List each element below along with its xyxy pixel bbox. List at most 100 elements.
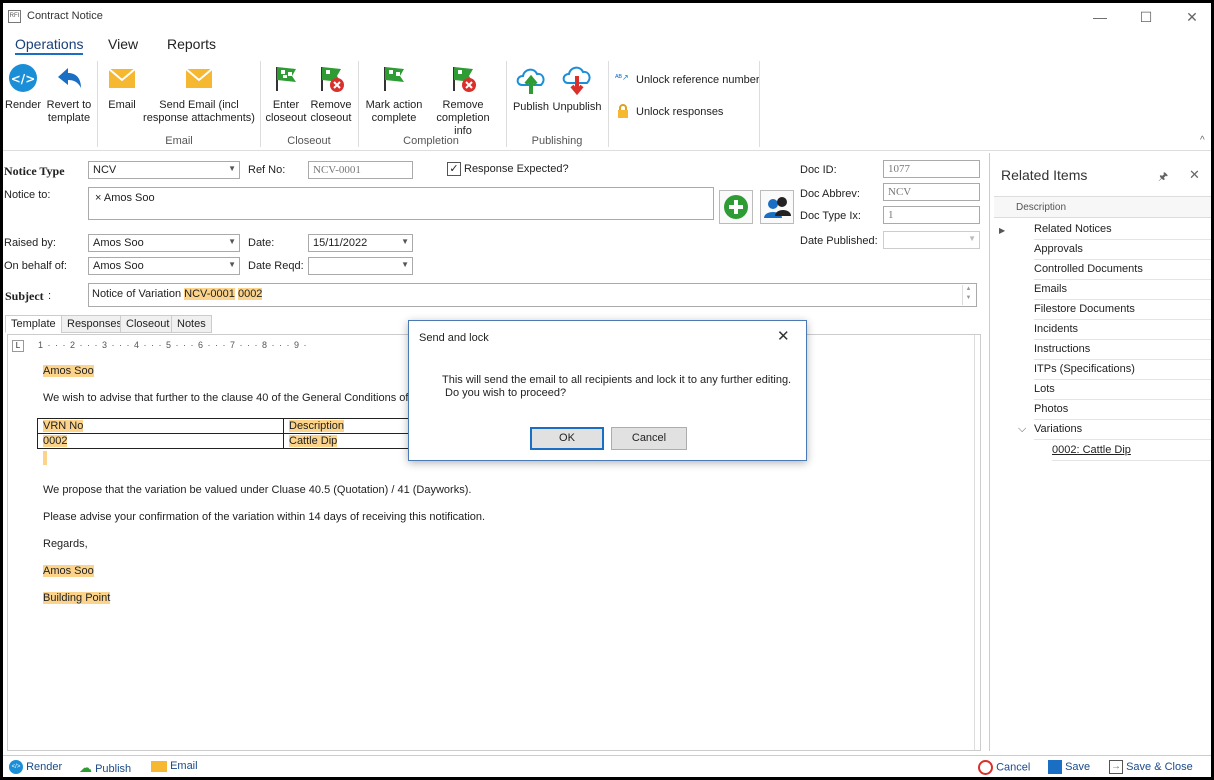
unlock-responses-button[interactable]: Unlock responses: [615, 104, 765, 120]
publish-label: Publish: [512, 101, 550, 113]
tab-responses[interactable]: Responses: [61, 315, 129, 333]
related-item[interactable]: Incidents: [1034, 320, 1211, 340]
send-email-attachments-button[interactable]: Send Email (incl response attachments): [143, 63, 255, 125]
divider: [97, 61, 98, 147]
raised-by-select[interactable]: Amos Soo ▼: [88, 234, 240, 252]
tab-stop-icon[interactable]: L: [12, 340, 24, 352]
email-label: Email: [108, 99, 136, 111]
email-button[interactable]: Email: [104, 63, 140, 112]
ruler[interactable]: 1 · · · 2 · · · 3 · · · 4 · · · 5 · · · …: [38, 340, 418, 352]
on-behalf-select[interactable]: Amos Soo ▼: [88, 257, 240, 275]
chevron-down-icon: ▼: [228, 237, 236, 246]
status-email-button[interactable]: Email: [151, 760, 198, 772]
tab-template[interactable]: Template: [5, 315, 62, 333]
related-item[interactable]: Controlled Documents: [1034, 260, 1211, 280]
revert-template-button[interactable]: Revert to template: [45, 63, 93, 125]
add-recipient-button[interactable]: [719, 190, 753, 224]
table-header-vrn: VRN No: [43, 420, 84, 432]
enter-closeout-button[interactable]: Enter closeout: [265, 63, 307, 125]
subject-scrollbar[interactable]: ▲ ▼: [962, 285, 974, 305]
pin-icon[interactable]: 🖈: [1158, 168, 1168, 187]
unlock-reference-button[interactable]: ᴬᴮ↗ Unlock reference number: [615, 73, 765, 89]
remove-closeout-button[interactable]: Remove closeout: [309, 63, 353, 125]
subject-colon: :: [48, 290, 52, 302]
expand-arrow-icon[interactable]: ▶: [999, 226, 1005, 235]
related-item[interactable]: Approvals: [1034, 240, 1211, 260]
cancel-button[interactable]: Cancel: [611, 427, 687, 450]
status-render-button[interactable]: </> Render: [9, 760, 62, 774]
subject-field[interactable]: Notice of Variation NCV-0001 0002 ▲ ▼: [88, 283, 977, 307]
remove-closeout-label-1: Remove: [310, 99, 352, 111]
undo-arrow-icon: [58, 68, 81, 88]
code-icon: </>: [9, 760, 23, 774]
mark-action-complete-button[interactable]: Mark action complete: [363, 63, 425, 125]
related-item[interactable]: Filestore Documents: [1034, 300, 1211, 320]
exit-icon: →: [1109, 760, 1123, 774]
close-button[interactable]: ✕: [1177, 7, 1207, 27]
select-users-button[interactable]: [760, 190, 794, 224]
maximize-button[interactable]: ☐: [1131, 7, 1161, 27]
status-publish-button[interactable]: ☁ Publish: [79, 760, 131, 776]
related-item[interactable]: Photos: [1034, 400, 1211, 420]
related-items-panel: Related Items 🖈 ✕ Description ▶ Related …: [989, 153, 1211, 751]
collapse-ribbon-icon[interactable]: ^: [1200, 135, 1205, 146]
minimize-button[interactable]: —: [1085, 7, 1115, 27]
response-expected-checkbox[interactable]: ✓: [447, 162, 461, 176]
chevron-down-icon: ▼: [228, 260, 236, 269]
related-child-item[interactable]: 0002: Cattle Dip: [1052, 441, 1211, 461]
related-item[interactable]: ITPs (Specifications): [1034, 360, 1211, 380]
status-cancel-label: Cancel: [996, 761, 1031, 774]
enter-closeout-label-1: Enter: [272, 99, 300, 111]
status-save-button[interactable]: Save: [1048, 760, 1090, 774]
closeout-group-label: Closeout: [287, 135, 331, 147]
enter-closeout-label-2: closeout: [265, 112, 307, 124]
table-row: 0002 Cattle Dip: [37, 433, 411, 449]
chevron-down-icon: ▼: [968, 234, 976, 243]
column-header: Description: [994, 196, 1211, 218]
mark-action-label-2: complete: [371, 112, 417, 124]
date-reqd-picker[interactable]: ▼: [308, 257, 413, 275]
chevron-down-icon[interactable]: ⌵: [1018, 423, 1026, 436]
cloud-download-icon: [562, 66, 591, 95]
tab-reports[interactable]: Reports: [167, 36, 216, 52]
related-item[interactable]: Variations: [1034, 420, 1211, 440]
recipient-token[interactable]: × Amos Soo: [95, 192, 155, 204]
tab-closeout[interactable]: Closeout: [120, 315, 176, 333]
unlock-responses-label: Unlock responses: [636, 106, 724, 118]
on-behalf-value: Amos Soo: [93, 260, 144, 272]
status-cancel-button[interactable]: Cancel: [978, 760, 1030, 775]
cancel-icon: [978, 760, 993, 775]
remove-completion-button[interactable]: Remove completion info: [427, 63, 499, 138]
dialog-message-line2: Do you wish to proceed?: [445, 387, 567, 399]
date-picker[interactable]: 15/11/2022 ▼: [308, 234, 413, 252]
tab-view[interactable]: View: [108, 36, 138, 52]
addressee: Amos Soo: [43, 365, 94, 377]
close-icon[interactable]: ✕: [1189, 167, 1200, 183]
chevron-down-icon: ▼: [401, 237, 409, 246]
tab-operations[interactable]: Operations: [15, 36, 84, 55]
unpublish-button[interactable]: Unpublish: [552, 63, 602, 114]
checkered-flag-icon: [384, 67, 404, 91]
render-button[interactable]: </> Render: [5, 63, 41, 112]
status-bar: </> Render ☁ Publish Email Cancel Save →…: [3, 755, 1211, 777]
related-item[interactable]: Lots: [1034, 380, 1211, 400]
notice-type-select[interactable]: NCV ▼: [88, 161, 240, 179]
ref-no-field[interactable]: NCV-0001: [308, 161, 413, 179]
dialog-close-icon[interactable]: ✕: [777, 327, 790, 345]
doc-abbrev-field: NCV: [883, 183, 980, 201]
flag-remove-icon: [321, 67, 344, 92]
doc-abbrev-label: Doc Abbrev:: [800, 188, 860, 200]
date-value: 15/11/2022: [313, 237, 368, 249]
notice-to-field[interactable]: × Amos Soo: [88, 187, 714, 220]
tab-notes[interactable]: Notes: [171, 315, 212, 333]
publish-button[interactable]: Publish: [511, 63, 551, 114]
related-item[interactable]: Related Notices: [1034, 220, 1211, 240]
editor-scrollbar[interactable]: [974, 335, 982, 750]
raised-by-label: Raised by:: [4, 237, 56, 249]
related-item[interactable]: Emails: [1034, 280, 1211, 300]
divider: [260, 61, 261, 147]
ribbon: </> Render Revert to template Email Send…: [3, 55, 1211, 151]
ok-button[interactable]: OK: [530, 427, 604, 450]
status-save-close-button[interactable]: → Save & Close: [1109, 760, 1193, 774]
related-item[interactable]: Instructions: [1034, 340, 1211, 360]
